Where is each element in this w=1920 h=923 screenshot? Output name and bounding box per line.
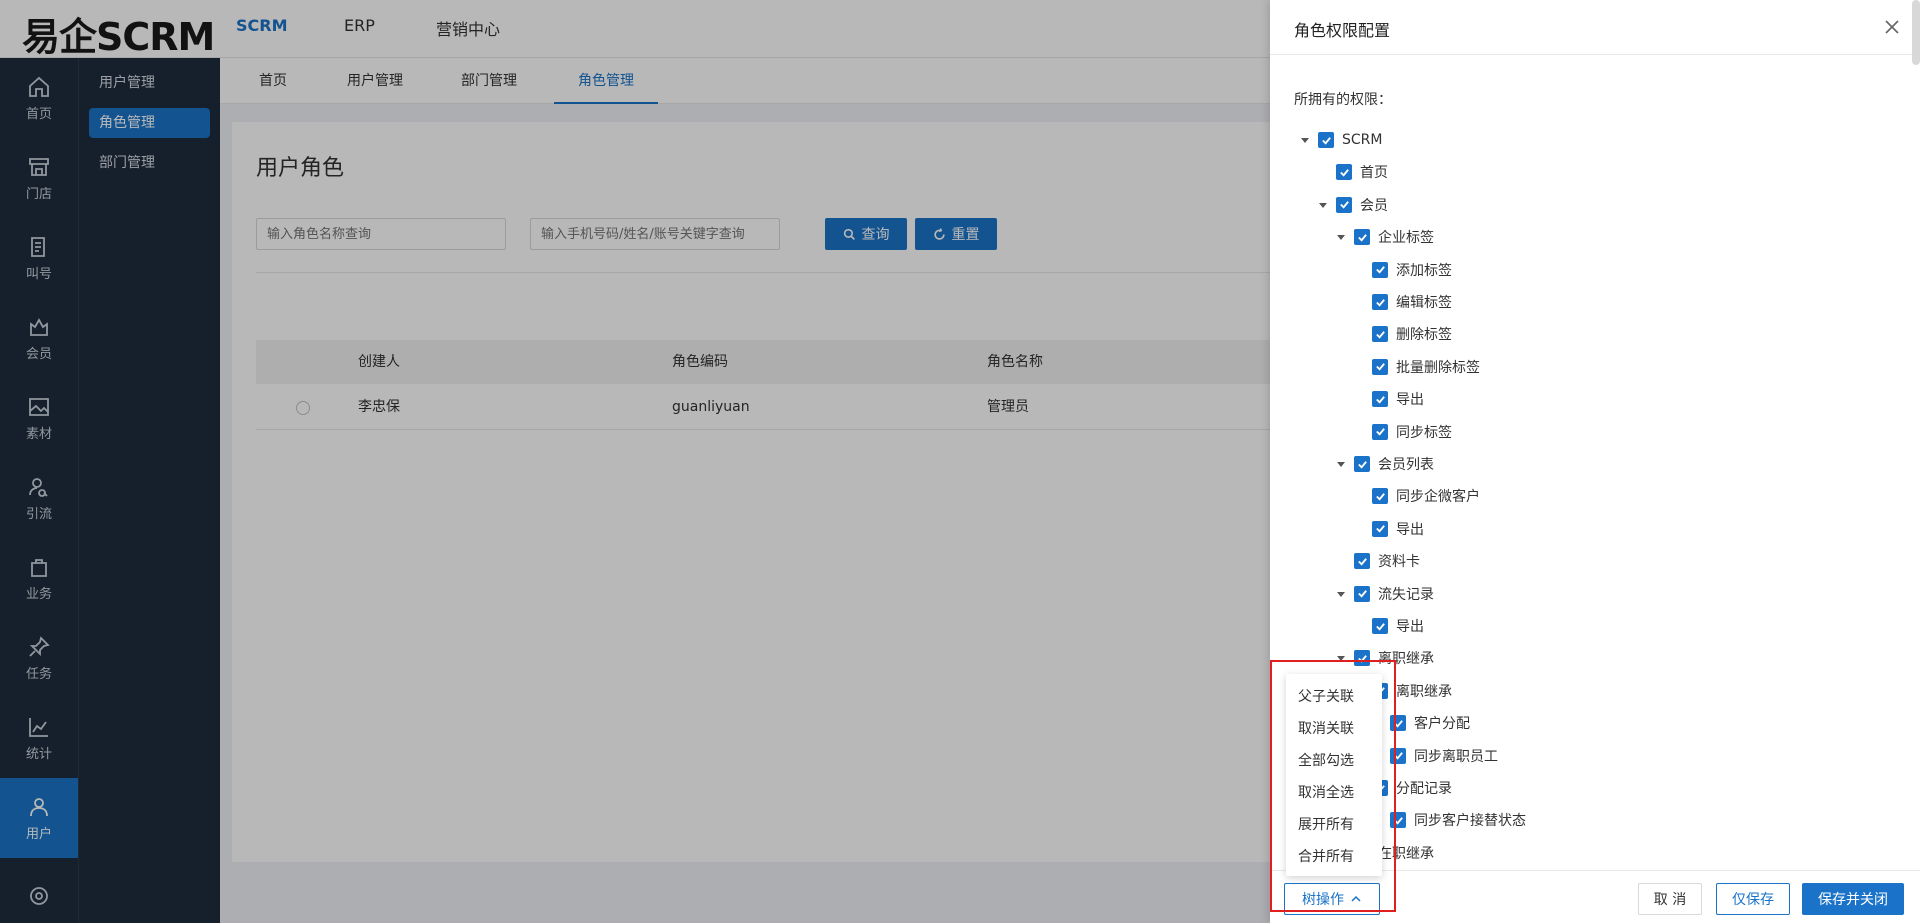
checkbox-checked-icon[interactable] xyxy=(1354,553,1370,570)
tree-node[interactable]: 会员列表 xyxy=(1334,448,1434,480)
tree-node-label: 编辑标签 xyxy=(1396,295,1452,311)
tree-node[interactable]: 会员 xyxy=(1316,189,1388,221)
tree-node-label: 企业标签 xyxy=(1378,230,1434,247)
tree-node[interactable]: 流失记录 xyxy=(1334,578,1434,610)
tree-node-label: 资料卡 xyxy=(1378,554,1420,571)
tree-node[interactable]: 导出 xyxy=(1352,383,1424,415)
tree-node-label: 批量删除标签 xyxy=(1396,359,1480,376)
tree-node[interactable]: 删除标签 xyxy=(1352,318,1452,350)
tree-node-label: 导出 xyxy=(1396,521,1424,538)
checkbox-checked-icon[interactable] xyxy=(1372,520,1388,537)
tree-node-label: 导出 xyxy=(1396,619,1424,635)
tree-node-label: 首页 xyxy=(1360,165,1388,182)
tree-node[interactable]: 资料卡 xyxy=(1334,545,1420,577)
annotation-highlight-box xyxy=(1270,660,1396,912)
tree-node-label: 导出 xyxy=(1396,392,1424,409)
checkbox-checked-icon[interactable] xyxy=(1372,488,1388,505)
permission-label: 所拥有的权限： xyxy=(1294,92,1392,108)
tree-node-label: 离职继承 xyxy=(1396,683,1452,700)
tree-node[interactable]: 同步企微客户 xyxy=(1352,480,1480,512)
caret-down-icon[interactable] xyxy=(1316,198,1330,212)
cancel-button[interactable]: 取 消 xyxy=(1638,883,1702,915)
tree-node[interactable]: 导出 xyxy=(1352,610,1424,642)
checkbox-checked-icon[interactable] xyxy=(1372,358,1388,375)
checkbox-checked-icon[interactable] xyxy=(1372,391,1388,408)
tree-node[interactable]: 首页 xyxy=(1316,156,1388,188)
tree-node[interactable]: 同步标签 xyxy=(1352,416,1452,448)
caret-down-icon[interactable] xyxy=(1334,587,1348,601)
checkbox-checked-icon[interactable] xyxy=(1336,196,1352,213)
save-only-button[interactable]: 仅保存 xyxy=(1716,883,1790,915)
tree-node-label: 会员列表 xyxy=(1378,457,1434,473)
tree-node[interactable]: SCRM xyxy=(1298,124,1382,156)
drawer-title: 角色权限配置 xyxy=(1294,21,1391,40)
save-and-close-button[interactable]: 保存并关闭 xyxy=(1802,883,1904,915)
tree-node[interactable]: 批量删除标签 xyxy=(1352,351,1480,383)
drawer-scrollbar[interactable] xyxy=(1912,0,1920,65)
tree-node-label: SCRM xyxy=(1342,132,1383,148)
tree-node[interactable]: 编辑标签 xyxy=(1352,286,1452,318)
checkbox-checked-icon[interactable] xyxy=(1354,456,1370,472)
tree-node-label: 客户分配 xyxy=(1414,716,1470,733)
tree-node[interactable]: 企业标签 xyxy=(1334,221,1434,253)
checkbox-checked-icon[interactable] xyxy=(1372,294,1388,310)
tree-node-label: 同步企微客户 xyxy=(1396,489,1480,506)
checkbox-checked-icon[interactable] xyxy=(1372,326,1388,343)
checkbox-checked-icon[interactable] xyxy=(1336,164,1352,181)
tree-node[interactable]: 添加标签 xyxy=(1352,254,1452,286)
caret-down-icon[interactable] xyxy=(1334,457,1348,471)
drawer-header: 角色权限配置 xyxy=(1270,0,1920,55)
tree-node[interactable]: 导出 xyxy=(1352,513,1424,545)
checkbox-checked-icon[interactable] xyxy=(1318,132,1334,148)
modal-overlay[interactable] xyxy=(0,0,1270,923)
checkbox-checked-icon[interactable] xyxy=(1354,229,1370,246)
caret-down-icon[interactable] xyxy=(1334,230,1348,244)
tree-node-label: 添加标签 xyxy=(1396,262,1452,279)
checkbox-checked-icon[interactable] xyxy=(1372,261,1388,278)
close-icon[interactable] xyxy=(1882,17,1902,37)
tree-node-label: 流失记录 xyxy=(1378,586,1434,603)
checkbox-checked-icon[interactable] xyxy=(1372,618,1388,634)
tree-node-label: 删除标签 xyxy=(1396,327,1452,344)
tree-node-label: 会员 xyxy=(1360,197,1388,214)
tree-node-label: 同步客户接替状态 xyxy=(1414,813,1526,830)
tree-node-label: 分配记录 xyxy=(1396,781,1452,797)
tree-node-label: 同步标签 xyxy=(1396,424,1452,441)
caret-down-icon[interactable] xyxy=(1298,133,1312,147)
checkbox-checked-icon[interactable] xyxy=(1354,585,1370,602)
checkbox-checked-icon[interactable] xyxy=(1372,423,1388,440)
tree-node-label: 同步离职员工 xyxy=(1414,748,1498,765)
